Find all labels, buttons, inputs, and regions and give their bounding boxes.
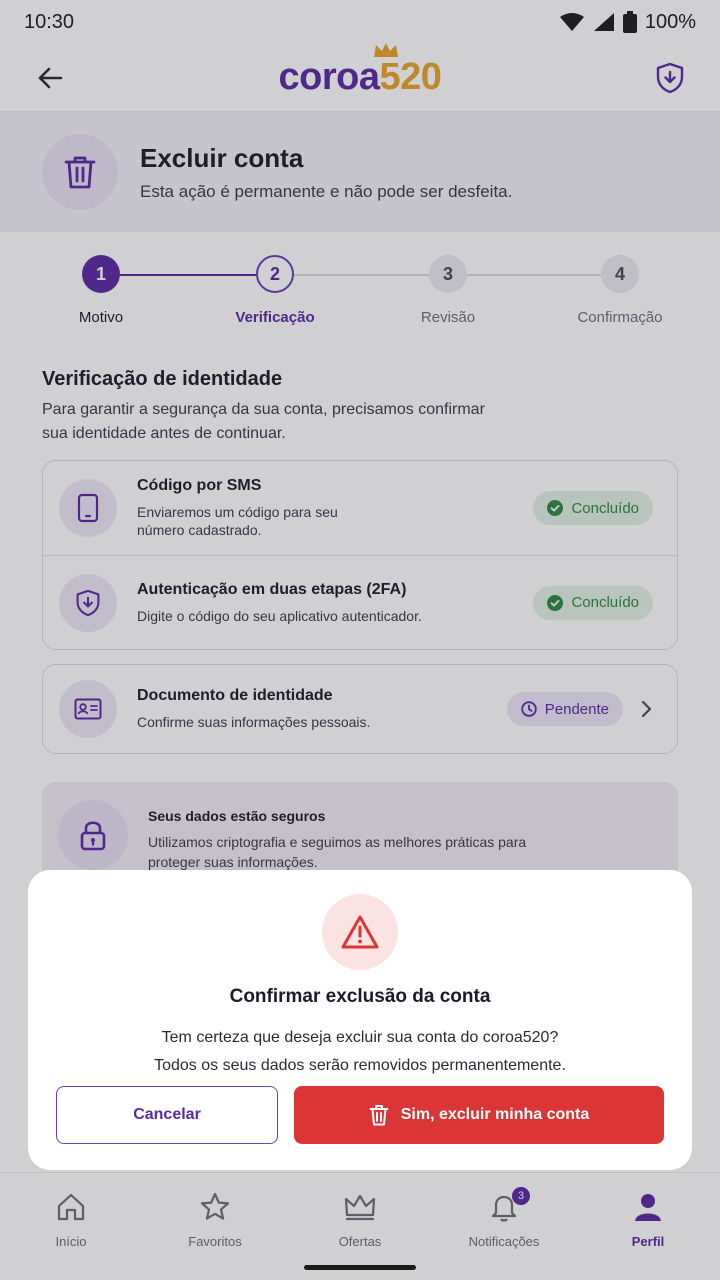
- dialog-message-line-1: Tem certeza que deseja excluir sua conta…: [161, 1029, 559, 1046]
- confirm-delete-button[interactable]: Sim, excluir minha conta: [294, 1086, 664, 1144]
- dialog-title: Confirmar exclusão da conta: [229, 986, 491, 1007]
- screen: 10:30 100% coroa 520 Excluir conta Esta a…: [0, 0, 720, 1280]
- trash-icon: [369, 1105, 389, 1126]
- confirm-delete-label: Sim, excluir minha conta: [400, 1106, 590, 1123]
- dialog-actions: Cancelar Sim, excluir minha conta: [56, 1086, 664, 1144]
- warning-icon: [322, 894, 398, 970]
- cancel-button[interactable]: Cancelar: [56, 1086, 278, 1144]
- dialog-message-line-2: Todos os seus dados serão removidos perm…: [154, 1057, 566, 1074]
- home-indicator[interactable]: [304, 1265, 416, 1270]
- dialog-message: Tem certeza que deseja excluir sua conta…: [28, 1024, 692, 1080]
- confirm-delete-dialog: Confirmar exclusão da conta Tem certeza …: [28, 870, 692, 1170]
